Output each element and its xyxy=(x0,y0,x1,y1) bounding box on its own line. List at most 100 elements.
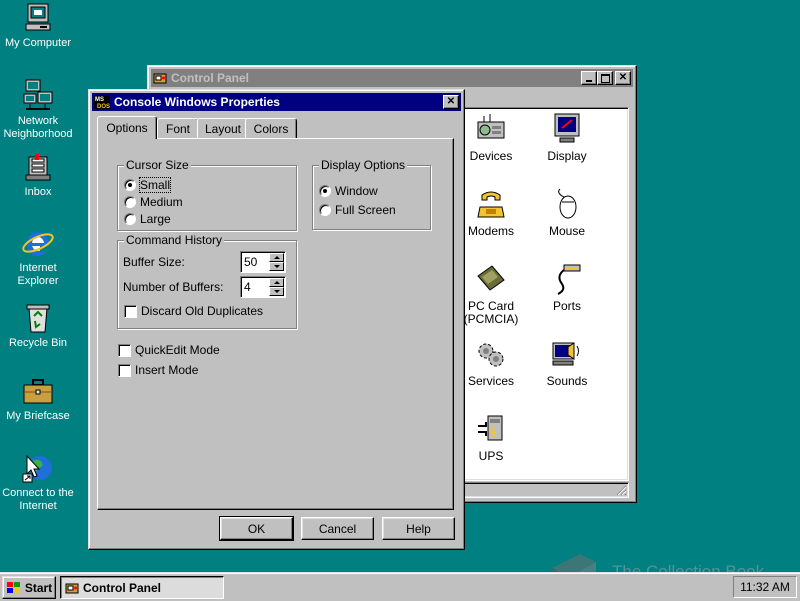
desktop-icon-label: Network Neighborhood xyxy=(3,115,73,140)
desktop-icon-my-computer[interactable]: My Computer xyxy=(0,2,76,50)
window-title: Control Panel xyxy=(171,71,250,85)
msdos-icon: MS DOS xyxy=(94,95,110,109)
cancel-button[interactable]: Cancel xyxy=(301,517,374,540)
taskbar-item-control-panel[interactable]: Control Panel xyxy=(60,576,224,599)
close-icon: ✕ xyxy=(446,96,456,107)
close-button[interactable]: ✕ xyxy=(615,71,631,85)
recycle-bin-icon xyxy=(26,304,50,333)
start-button[interactable]: Start xyxy=(2,576,56,599)
desktop-icon-label: Inbox xyxy=(24,186,52,198)
briefcase-icon xyxy=(23,379,53,404)
cp-item-label: PC Card (PCMCIA) xyxy=(463,299,519,326)
spin-up-button[interactable] xyxy=(269,278,284,287)
tab-label: Colors xyxy=(253,121,289,136)
quickedit-checkbox[interactable] xyxy=(118,344,131,357)
cursor-size-group: Cursor Size Small Medium Large xyxy=(117,158,297,231)
ups-icon xyxy=(478,415,503,441)
buffer-size-value: 50 xyxy=(244,255,258,269)
ok-button[interactable]: OK xyxy=(219,516,294,541)
pc-card-icon xyxy=(477,265,505,291)
close-icon: ✕ xyxy=(618,72,628,83)
checkbox-label: Insert Mode xyxy=(135,363,199,377)
tab-layout[interactable]: Layout xyxy=(197,118,249,138)
tab-label: Font xyxy=(165,121,190,136)
connect-internet-icon xyxy=(22,454,52,483)
radio-cursor-small[interactable] xyxy=(124,179,136,191)
cp-item-devices[interactable]: Devices xyxy=(456,112,526,163)
desktop-icon-label: Connect to the Internet xyxy=(2,487,74,512)
tab-page-options: Cursor Size Small Medium Large Display O… xyxy=(97,138,454,510)
cp-item-modems[interactable]: Modems xyxy=(456,187,526,238)
cp-item-label: Sounds xyxy=(546,374,588,388)
dialog-titlebar[interactable]: MS DOS Console Windows Properties ✕ xyxy=(92,93,461,111)
insert-mode-checkbox[interactable] xyxy=(118,364,131,377)
devices-icon xyxy=(477,114,505,139)
radio-cursor-medium[interactable] xyxy=(124,196,136,208)
cp-item-services[interactable]: Services xyxy=(456,337,526,388)
desktop-icon-label: Internet Explorer xyxy=(17,262,59,287)
sounds-icon xyxy=(552,342,579,366)
computer-icon xyxy=(25,3,51,31)
num-buffers-label: Number of Buffers: xyxy=(123,280,224,294)
tab-options[interactable]: Options xyxy=(97,116,157,139)
num-buffers-value: 4 xyxy=(244,280,251,294)
taskbar: Start Control Panel 11:32 AM xyxy=(0,572,800,601)
windows-logo-icon xyxy=(6,581,20,593)
radio-cursor-large[interactable] xyxy=(124,213,136,225)
spin-down-button[interactable] xyxy=(269,287,284,296)
desktop-icon-recycle-bin[interactable]: Recycle Bin xyxy=(0,302,76,350)
spin-down-button[interactable] xyxy=(269,262,284,271)
desktop-icon-connect-to-the-internet[interactable]: Connect to the Internet xyxy=(0,452,76,513)
cp-item-mouse[interactable]: Mouse xyxy=(532,187,602,238)
desktop-icon-inbox[interactable]: Inbox xyxy=(0,153,76,199)
cp-item-label: UPS xyxy=(478,449,504,463)
tab-font[interactable]: Font xyxy=(157,118,199,138)
cp-item-ports[interactable]: Ports xyxy=(532,262,602,313)
cp-item-pc-card[interactable]: PC Card (PCMCIA) xyxy=(456,262,526,326)
cp-item-ups[interactable]: UPS xyxy=(456,412,526,463)
cp-item-label: Ports xyxy=(552,299,581,313)
radio-label: Medium xyxy=(140,195,183,209)
cp-item-label: Modems xyxy=(467,224,514,238)
cp-item-label: Devices xyxy=(469,149,513,163)
minimize-button[interactable] xyxy=(581,71,597,85)
help-button[interactable]: Help xyxy=(382,517,455,540)
cp-item-label: Services xyxy=(467,374,514,388)
network-icon xyxy=(23,79,53,110)
arrow-up-icon xyxy=(273,256,280,259)
dialog-close-button[interactable]: ✕ xyxy=(443,95,459,109)
buffer-size-spinner[interactable]: 50 xyxy=(240,251,286,273)
desktop-icon-internet-explorer[interactable]: Internet Explorer xyxy=(0,227,76,288)
console-properties-dialog[interactable]: MS DOS Console Windows Properties ✕ Opti… xyxy=(88,89,465,550)
cp-item-display[interactable]: Display xyxy=(532,112,602,163)
inbox-icon xyxy=(25,154,51,181)
spin-up-button[interactable] xyxy=(269,253,284,262)
checkbox-label: Discard Old Duplicates xyxy=(141,304,264,318)
minimize-icon xyxy=(586,80,592,82)
buffer-size-label: Buffer Size: xyxy=(123,255,185,269)
group-legend: Display Options xyxy=(319,158,408,172)
radio-label: Large xyxy=(140,212,171,226)
dialog-title: Console Windows Properties xyxy=(114,95,280,109)
cp-item-sounds[interactable]: Sounds xyxy=(532,337,602,388)
arrow-up-icon xyxy=(273,281,280,284)
discard-duplicates-checkbox[interactable] xyxy=(124,305,137,318)
svg-text:MS: MS xyxy=(95,97,104,103)
maximize-button[interactable] xyxy=(597,71,613,85)
radio-display-fullscreen[interactable] xyxy=(319,204,331,216)
clock[interactable]: 11:32 AM xyxy=(740,580,790,594)
tab-strip: Options Font Layout Colors xyxy=(97,116,452,140)
tab-label: Options xyxy=(106,121,148,135)
control-panel-titlebar[interactable]: Control Panel ✕ xyxy=(151,69,633,87)
resize-grip-icon[interactable] xyxy=(615,484,627,496)
tab-label: Layout xyxy=(204,121,242,136)
desktop-icon-network-neighborhood[interactable]: Network Neighborhood xyxy=(0,78,76,141)
system-tray: 11:32 AM xyxy=(733,576,797,598)
desktop-icon-my-briefcase[interactable]: My Briefcase xyxy=(0,377,76,423)
num-buffers-spinner[interactable]: 4 xyxy=(240,276,286,298)
mouse-icon xyxy=(558,188,577,219)
ports-icon xyxy=(557,264,581,295)
tab-colors[interactable]: Colors xyxy=(245,118,297,138)
group-legend: Command History xyxy=(124,233,225,247)
radio-display-window[interactable] xyxy=(319,185,331,197)
